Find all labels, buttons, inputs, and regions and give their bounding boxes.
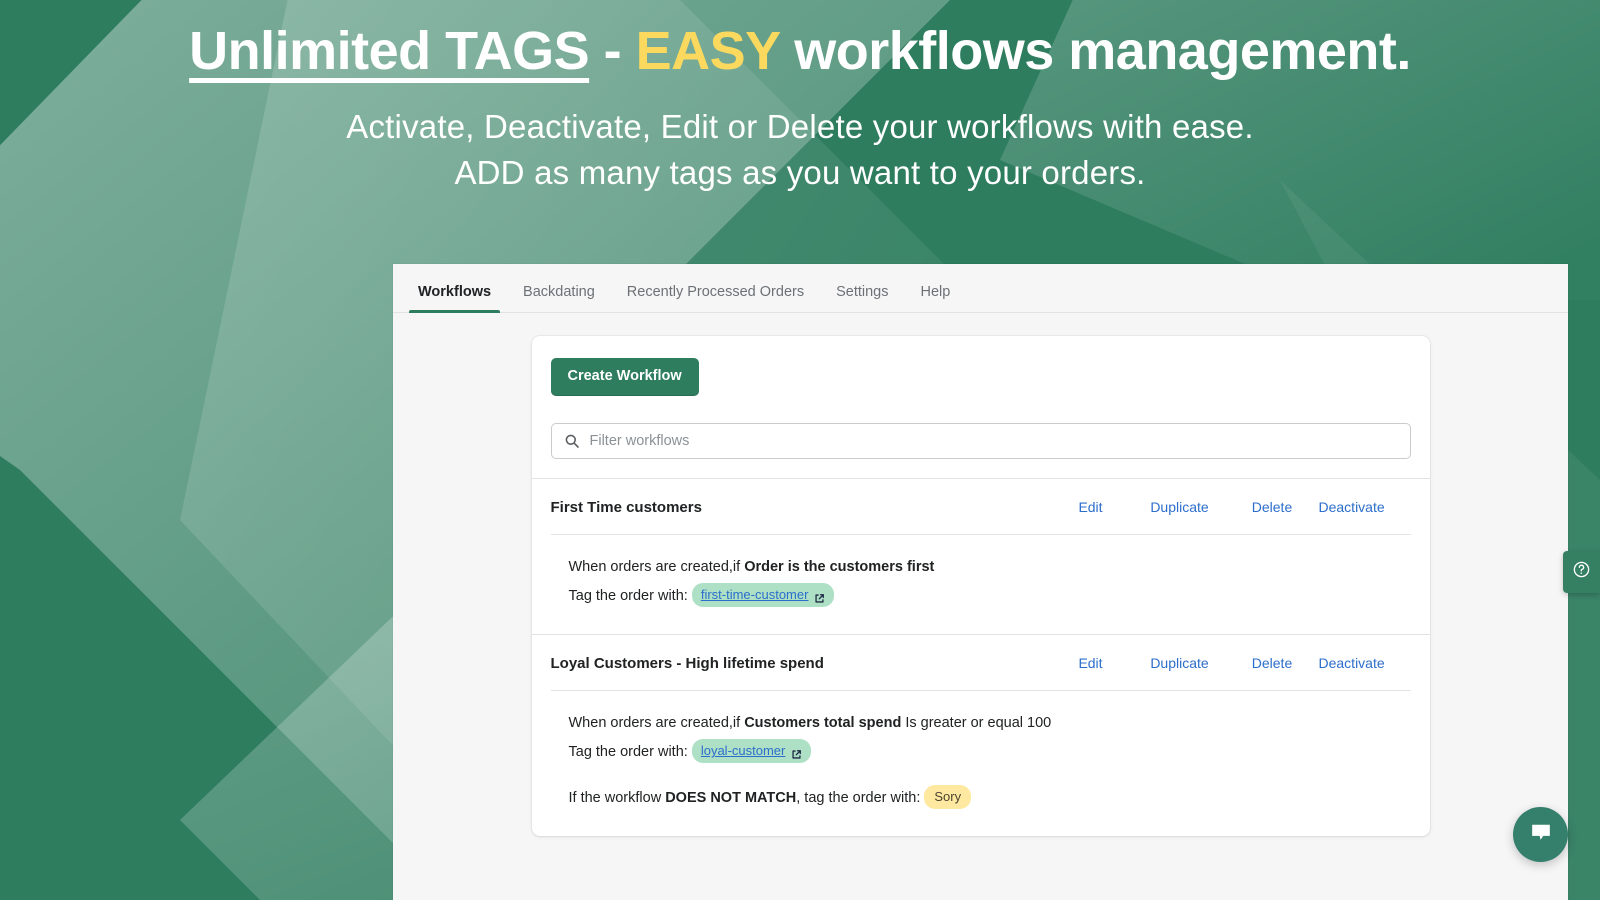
search-input[interactable]: [589, 423, 1410, 458]
page-title: Unlimited TAGS - EASY workflows manageme…: [0, 0, 1600, 80]
app-content: Create Workflow Filter workflows First T…: [393, 313, 1568, 900]
tab-backdating-label: Backdating: [523, 283, 595, 300]
duplicate-link[interactable]: Duplicate: [1134, 655, 1226, 671]
delete-link[interactable]: Delete: [1226, 499, 1319, 515]
question-mark-circle-icon: [1572, 560, 1591, 584]
no-match-tag-pill[interactable]: Sory: [924, 785, 972, 809]
workflow-title: First Time customers: [550, 498, 702, 516]
workflow-title: Loyal Customers - High lifetime spend: [550, 654, 824, 672]
tab-help-label: Help: [920, 283, 951, 300]
tag-pill-label: loyal-customer: [700, 743, 786, 759]
workflow-header: Loyal Customers - High lifetime spend Ed…: [532, 635, 1430, 690]
workflow-details: When orders are created,if Order is the …: [532, 535, 1430, 634]
chat-widget-button[interactable]: [1513, 807, 1568, 862]
app-window: Workflows Backdating Recently Processed …: [393, 264, 1568, 900]
external-link-icon: [791, 746, 802, 759]
tag-pill-label: first-time-customer: [700, 587, 809, 603]
search-box[interactable]: [550, 422, 1411, 459]
workflow-actions: Edit Duplicate Delete Deactivate: [1048, 499, 1411, 515]
external-link-icon: [814, 590, 825, 603]
hero-subtitle: Activate, Deactivate, Edit or Delete you…: [0, 80, 1600, 195]
workflows-card: Create Workflow Filter workflows First T…: [531, 336, 1430, 836]
no-match-tag-label: Sory: [934, 789, 962, 805]
help-widget-button[interactable]: [1563, 551, 1600, 593]
promo-banner: Unlimited TAGS - EASY workflows manageme…: [0, 0, 1600, 900]
create-workflow-button[interactable]: Create Workflow: [550, 358, 699, 396]
tag-pill[interactable]: first-time-customer: [691, 583, 835, 607]
title-emphasis: Unlimited TAGS: [189, 21, 590, 81]
title-rest: workflows management.: [779, 21, 1411, 81]
edit-link[interactable]: Edit: [1048, 499, 1134, 515]
workflow-details: When orders are created,if Customers tot…: [532, 691, 1430, 836]
workflow-trigger: When orders are created,if Customers tot…: [569, 709, 1411, 738]
trigger-condition: Order is the customers first: [744, 558, 935, 575]
deactivate-link[interactable]: Deactivate: [1319, 655, 1411, 671]
tag-pill[interactable]: loyal-customer: [691, 739, 812, 763]
tab-settings[interactable]: Settings: [820, 283, 904, 313]
workflow-trigger: When orders are created,if Order is the …: [569, 553, 1411, 582]
trigger-prefix: When orders are created,if: [568, 558, 745, 575]
tab-help[interactable]: Help: [905, 283, 967, 313]
hero-copy: Unlimited TAGS - EASY workflows manageme…: [0, 0, 1600, 195]
tab-backdating[interactable]: Backdating: [507, 283, 611, 313]
duplicate-link[interactable]: Duplicate: [1134, 499, 1226, 515]
edit-link[interactable]: Edit: [1048, 655, 1134, 671]
filter-workflows-field: [550, 422, 1411, 459]
workflow-row: Loyal Customers - High lifetime spend Ed…: [531, 633, 1430, 836]
trigger-condition: Customers total spend: [744, 714, 902, 731]
workflow-row: First Time customers Edit Duplicate Dele…: [531, 477, 1430, 634]
workflow-no-match-line: If the workflow DOES NOT MATCH, tag the …: [569, 784, 1411, 813]
tag-label: Tag the order with:: [568, 587, 688, 604]
tab-bar: Workflows Backdating Recently Processed …: [393, 264, 1568, 313]
hero-subtitle-line-1: Activate, Deactivate, Edit or Delete you…: [346, 108, 1254, 146]
tab-workflows-label: Workflows: [418, 283, 492, 300]
no-match-emphasis: DOES NOT MATCH: [665, 789, 797, 806]
tab-recently-processed-orders-label: Recently Processed Orders: [626, 283, 805, 300]
workflow-actions: Edit Duplicate Delete Deactivate: [1048, 655, 1411, 671]
title-accent: EASY: [635, 21, 781, 81]
card-header: Create Workflow: [532, 336, 1430, 478]
tab-recently-processed-orders[interactable]: Recently Processed Orders: [611, 283, 820, 313]
trigger-suffix: Is greater or equal 100: [901, 714, 1052, 731]
workflow-tag-line: Tag the order with: first-time-customer: [569, 582, 1411, 611]
trigger-prefix: When orders are created,if: [568, 714, 745, 731]
tag-label: Tag the order with:: [568, 743, 688, 760]
hero-subtitle-line-2: ADD as many tags as you want to your ord…: [454, 153, 1146, 191]
no-match-suffix: , tag the order with:: [796, 789, 921, 806]
search-icon: [564, 433, 580, 449]
tab-workflows[interactable]: Workflows: [402, 283, 507, 313]
title-dash: -: [589, 21, 636, 81]
tab-settings-label: Settings: [836, 283, 889, 300]
workflow-tag-line: Tag the order with: loyal-customer: [569, 738, 1411, 767]
chat-bubble-icon: [1528, 819, 1554, 850]
no-match-prefix: If the workflow: [568, 789, 666, 806]
deactivate-link[interactable]: Deactivate: [1319, 499, 1411, 515]
delete-link[interactable]: Delete: [1226, 655, 1319, 671]
workflow-header: First Time customers Edit Duplicate Dele…: [532, 479, 1430, 534]
